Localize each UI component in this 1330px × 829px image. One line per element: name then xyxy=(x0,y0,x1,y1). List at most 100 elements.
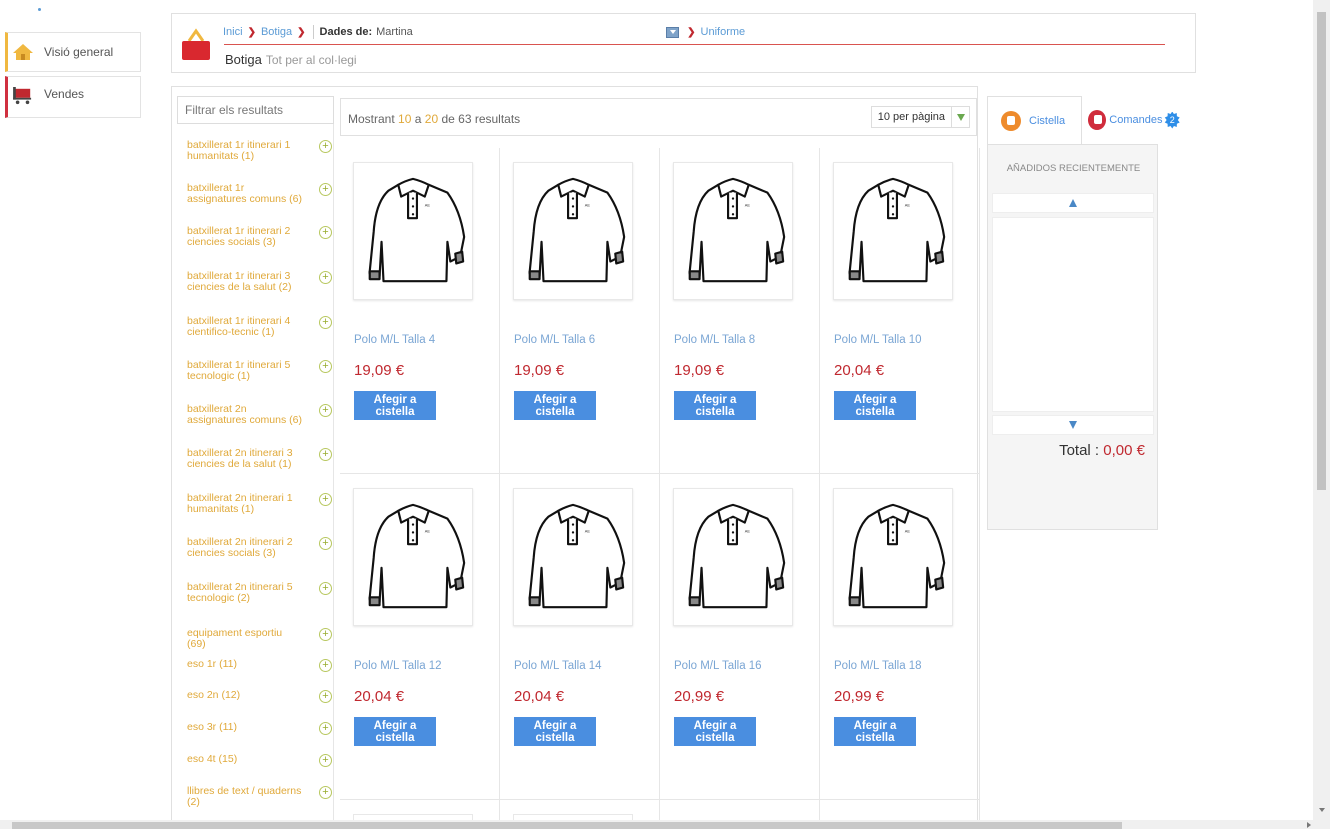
dropdown-icon[interactable] xyxy=(666,26,680,38)
filter-item[interactable]: batxillerat 1r itinerari 5 tecnologic (1… xyxy=(187,360,332,382)
breadcrumb-home[interactable]: Inici xyxy=(223,26,243,38)
vertical-scrollbar[interactable] xyxy=(1313,0,1330,829)
filter-item[interactable]: eso 2n (12) + xyxy=(187,690,332,703)
per-page-select[interactable]: 10 per pàgina xyxy=(870,106,970,128)
filter-item[interactable]: batxillerat 2n itinerari 2 ciencies soci… xyxy=(187,537,332,559)
results-from: 10 xyxy=(398,112,412,126)
product-card: AE Polo M/L Talla 4 19,09 € Afegir a cistel… xyxy=(340,148,500,474)
plus-icon[interactable]: + xyxy=(319,537,332,550)
filter-item[interactable]: batxillerat 2n itinerari 1 humanitats (1… xyxy=(187,493,332,515)
recent-heading: AÑADIDOS RECIENTEMENTE xyxy=(1006,163,1141,174)
product-image[interactable]: AE xyxy=(513,162,633,300)
polo-shirt-image: AE xyxy=(688,503,786,609)
plus-icon[interactable]: + xyxy=(319,183,332,196)
filter-item[interactable]: eso 1r (11) + xyxy=(187,659,332,672)
add-to-cart-button[interactable]: Afegir a cistella xyxy=(354,391,436,420)
product-name[interactable]: Polo M/L Talla 6 xyxy=(514,334,595,346)
scrollbar-thumb[interactable] xyxy=(1317,12,1326,490)
filter-item-label: batxillerat 2n itinerari 2 ciencies soci… xyxy=(187,536,293,559)
filter-item[interactable]: batxillerat 1r assignatures comuns (6) + xyxy=(187,183,332,205)
nav-item-overview[interactable]: Visió general xyxy=(5,32,141,72)
add-to-cart-button[interactable]: Afegir a cistella xyxy=(514,717,596,746)
plus-icon[interactable]: + xyxy=(319,360,332,373)
horizontal-scrollbar[interactable] xyxy=(0,820,1313,829)
scroll-right-arrow-icon[interactable] xyxy=(1307,822,1311,828)
filter-item-label: batxillerat 1r itinerari 4 cientifico-te… xyxy=(187,315,291,338)
filter-item[interactable]: eso 4t (15) + xyxy=(187,754,332,767)
dropdown-arrow-icon[interactable] xyxy=(951,107,969,127)
product-name[interactable]: Polo M/L Talla 14 xyxy=(514,660,602,672)
plus-icon[interactable]: + xyxy=(319,690,332,703)
product-card: AE Polo M/L Talla 8 19,09 € Afegir a cistel… xyxy=(660,148,820,474)
plus-icon[interactable]: + xyxy=(319,404,332,417)
product-image[interactable]: AE xyxy=(673,488,793,626)
student-select-value[interactable]: Martina xyxy=(376,26,666,38)
filter-item[interactable]: batxillerat 1r itinerari 3 ciencies de l… xyxy=(187,271,332,293)
filter-item[interactable]: eso 3r (11) + xyxy=(187,722,332,735)
plus-icon[interactable]: + xyxy=(319,226,332,239)
page-subtitle: Tot per al col·legi xyxy=(265,53,357,67)
plus-icon[interactable]: + xyxy=(319,493,332,506)
filter-item[interactable]: batxillerat 2n itinerari 5 tecnologic (2… xyxy=(187,582,332,604)
results-prefix: Mostrant xyxy=(348,112,395,126)
plus-icon[interactable]: + xyxy=(319,582,332,595)
filter-item[interactable]: batxillerat 1r itinerari 1 humanitats (1… xyxy=(187,140,332,162)
filter-item[interactable]: llibres de text / quaderns (2) + xyxy=(187,786,332,808)
filter-item-label: batxillerat 1r itinerari 3 ciencies de l… xyxy=(187,270,292,293)
add-to-cart-button[interactable]: Afegir a cistella xyxy=(834,391,916,420)
cart-icon xyxy=(13,87,32,105)
plus-icon[interactable]: + xyxy=(319,722,332,735)
add-to-cart-button[interactable]: Afegir a cistella xyxy=(834,717,916,746)
product-card: AE Polo M/L Talla 16 20,99 € Afegir a ciste… xyxy=(660,474,820,800)
header-divider xyxy=(224,44,1165,45)
product-name[interactable]: Polo M/L Talla 8 xyxy=(674,334,755,346)
product-image[interactable]: AE xyxy=(673,162,793,300)
plus-icon[interactable]: + xyxy=(319,140,332,153)
results-mid: a xyxy=(414,112,422,126)
plus-icon[interactable]: + xyxy=(319,628,332,641)
scroll-down-arrow-icon[interactable] xyxy=(1319,808,1325,812)
plus-icon[interactable]: + xyxy=(319,754,332,767)
filter-item[interactable]: batxillerat 1r itinerari 4 cientifico-te… xyxy=(187,316,332,338)
tab-orders[interactable]: Comandes 2 xyxy=(1085,96,1180,144)
add-to-cart-button[interactable]: Afegir a cistella xyxy=(674,717,756,746)
filter-item[interactable]: equipament esportiu (69) + xyxy=(187,628,332,650)
tab-cart[interactable]: Cistella xyxy=(987,96,1082,144)
add-to-cart-button[interactable]: Afegir a cistella xyxy=(674,391,756,420)
plus-icon[interactable]: + xyxy=(319,786,332,799)
breadcrumb-shop[interactable]: Botiga xyxy=(261,26,292,38)
product-name[interactable]: Polo M/L Talla 10 xyxy=(834,334,922,346)
product-name[interactable]: Polo M/L Talla 4 xyxy=(354,334,435,346)
filter-item[interactable]: batxillerat 2n itinerari 3 ciencies de l… xyxy=(187,448,332,470)
nav-item-sales[interactable]: Vendes xyxy=(5,76,141,118)
filter-input[interactable] xyxy=(177,96,334,124)
scroll-down-button[interactable] xyxy=(992,415,1154,435)
cart-tabs: Cistella Comandes 2 xyxy=(987,96,1187,144)
filter-item[interactable]: batxillerat 2n assignatures comuns (6) + xyxy=(187,404,332,426)
product-name[interactable]: Polo M/L Talla 16 xyxy=(674,660,762,672)
plus-icon[interactable]: + xyxy=(319,271,332,284)
plus-icon[interactable]: + xyxy=(319,316,332,329)
product-name[interactable]: Polo M/L Talla 12 xyxy=(354,660,442,672)
breadcrumb-section[interactable]: Uniforme xyxy=(701,26,746,38)
scroll-up-button[interactable] xyxy=(992,193,1154,213)
product-price: 20,99 € xyxy=(674,688,725,705)
scrollbar-thumb[interactable] xyxy=(12,822,1122,829)
plus-icon[interactable]: + xyxy=(319,448,332,461)
product-image[interactable]: AE xyxy=(353,488,473,626)
product-image[interactable]: AE xyxy=(513,488,633,626)
filter-item[interactable]: batxillerat 1r itinerari 2 ciencies soci… xyxy=(187,226,332,248)
product-image[interactable]: AE xyxy=(833,488,953,626)
add-to-cart-button[interactable]: Afegir a cistella xyxy=(514,391,596,420)
product-image[interactable]: AE xyxy=(833,162,953,300)
filter-item-label: batxillerat 2n assignatures comuns (6) xyxy=(187,403,302,426)
plus-icon[interactable]: + xyxy=(319,659,332,672)
filter-item-label: batxillerat 1r itinerari 1 humanitats (1… xyxy=(187,139,291,162)
product-image[interactable]: AE xyxy=(353,162,473,300)
chevron-right-icon: ❯ xyxy=(687,26,696,38)
product-name[interactable]: Polo M/L Talla 18 xyxy=(834,660,922,672)
filter-item-label: batxillerat 2n itinerari 5 tecnologic (2… xyxy=(187,581,293,604)
product-price: 20,04 € xyxy=(834,362,885,379)
product-price: 20,04 € xyxy=(514,688,565,705)
add-to-cart-button[interactable]: Afegir a cistella xyxy=(354,717,436,746)
